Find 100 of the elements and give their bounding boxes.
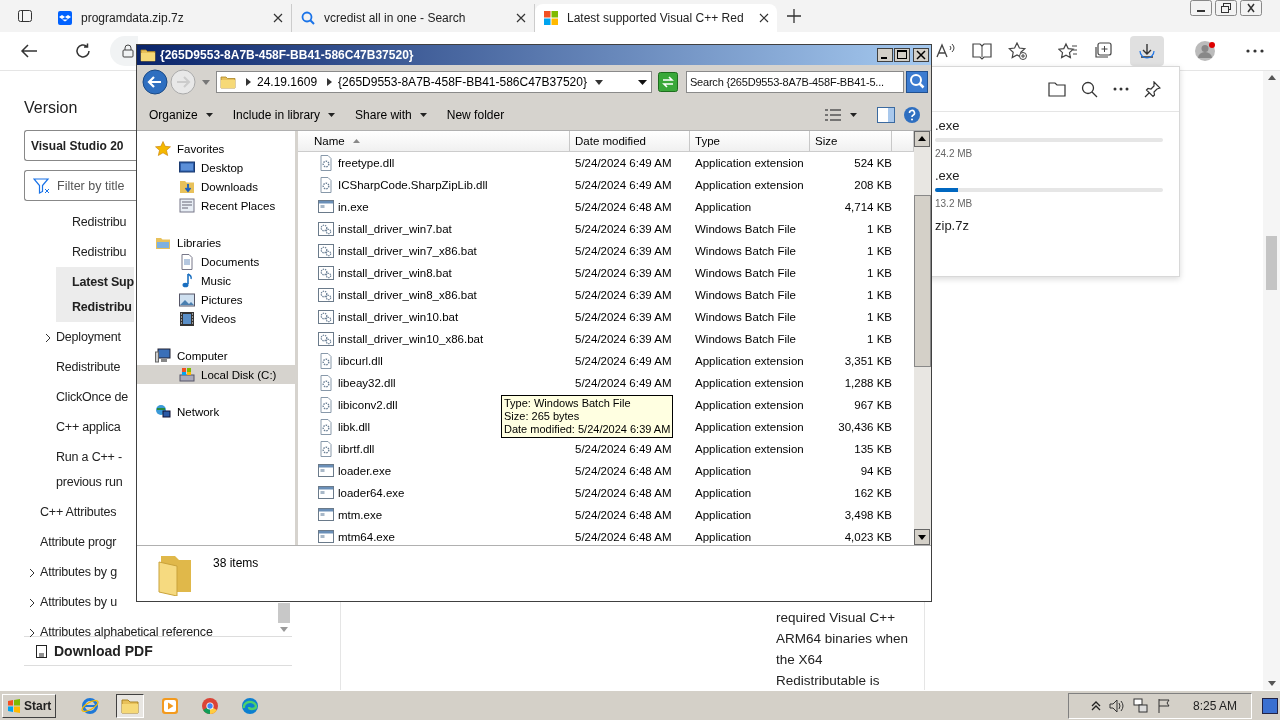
file-name[interactable]: librtf.dll xyxy=(338,443,375,455)
toc-link[interactable]: ClickOnce de xyxy=(40,382,128,412)
dropdown-arrow-icon[interactable] xyxy=(637,79,647,85)
scrollbar-thumb[interactable] xyxy=(914,195,931,367)
toc-link[interactable]: Attributes by g xyxy=(24,557,117,587)
downloads-button[interactable] xyxy=(1130,36,1164,66)
nav-item[interactable]: Computer xyxy=(137,346,295,365)
nav-item[interactable]: Network xyxy=(137,402,295,421)
nav-item[interactable]: Downloads xyxy=(137,177,295,196)
toc-link[interactable]: C++ Attributes xyxy=(24,497,117,527)
add-favorite-icon[interactable] xyxy=(1008,42,1028,60)
new-tab-icon[interactable] xyxy=(787,9,801,23)
close-icon[interactable] xyxy=(1240,0,1262,16)
nav-item[interactable]: Documents xyxy=(137,252,295,271)
toolbar-button[interactable]: Include in library xyxy=(226,103,342,126)
file-name[interactable]: libk.dll xyxy=(338,421,370,433)
back-icon[interactable] xyxy=(20,43,38,59)
file-name[interactable]: mtm64.exe xyxy=(338,531,395,543)
nav-item[interactable]: Local Disk (C:) xyxy=(137,365,295,384)
close-icon[interactable] xyxy=(913,48,929,62)
flag-icon[interactable] xyxy=(1156,697,1173,714)
pin-icon[interactable] xyxy=(1144,80,1161,98)
speaker-icon[interactable] xyxy=(1108,697,1125,714)
chevron-up-icon[interactable] xyxy=(1090,700,1101,711)
search-field[interactable]: Search {265D9553-8A7B-458F-BB41-5... xyxy=(685,71,904,93)
address-bar[interactable] xyxy=(110,36,138,66)
file-name[interactable]: install_driver_win7_x86.bat xyxy=(338,245,477,257)
nav-item[interactable]: Libraries xyxy=(137,233,295,252)
minimize-icon[interactable] xyxy=(877,48,893,62)
file-name[interactable]: install_driver_win10.bat xyxy=(338,311,459,323)
column-header[interactable]: Type xyxy=(690,131,810,151)
file-name[interactable]: install_driver_win8_x86.bat xyxy=(338,289,477,301)
file-name[interactable]: libeay32.dll xyxy=(338,377,396,389)
column-header[interactable]: Name xyxy=(298,131,570,151)
scrollbar-thumb[interactable] xyxy=(1266,236,1277,290)
file-name[interactable]: ICSharpCode.SharpZipLib.dll xyxy=(338,179,488,191)
toc-link[interactable]: Attribute progr xyxy=(24,527,117,557)
toc-link[interactable]: Attributes by u xyxy=(24,587,117,617)
file-name[interactable]: install_driver_win10_x86.bat xyxy=(338,333,484,345)
toc-link[interactable]: Latest Sup Redistribu xyxy=(56,267,134,322)
nav-item[interactable]: Favorites xyxy=(137,139,295,158)
more-icon[interactable] xyxy=(1246,49,1264,53)
dropdown-arrow-icon[interactable] xyxy=(850,112,857,117)
collections-icon[interactable] xyxy=(1094,42,1114,60)
refresh-icon[interactable] xyxy=(74,42,92,60)
toolbar-button[interactable]: Share with xyxy=(349,103,433,126)
tab-actions-icon[interactable] xyxy=(17,8,33,24)
column-header[interactable]: Size xyxy=(810,131,892,151)
file-name[interactable]: libcurl.dll xyxy=(338,355,383,367)
toc-link[interactable]: Run a C++ - previous run xyxy=(40,442,123,497)
file-name[interactable]: zip.7z xyxy=(935,218,1163,236)
view-list-icon[interactable] xyxy=(824,107,842,122)
close-icon[interactable] xyxy=(516,13,526,23)
close-icon[interactable] xyxy=(273,13,283,23)
nav-item[interactable]: Music xyxy=(137,271,295,290)
breadcrumb-item[interactable]: {265D9553-8A7B-458F-BB41-586C47B37520} xyxy=(338,75,587,89)
nav-item[interactable]: Videos xyxy=(137,309,295,328)
file-name[interactable]: .exe xyxy=(935,118,1163,136)
file-name[interactable]: .exe xyxy=(935,168,1163,186)
file-name[interactable]: install_driver_win7.bat xyxy=(338,223,452,235)
network-icon[interactable] xyxy=(1132,697,1149,714)
toc-link[interactable]: Redistribu xyxy=(56,207,127,237)
file-name[interactable]: loader.exe xyxy=(338,465,392,477)
more-icon[interactable] xyxy=(1113,87,1129,91)
nav-item[interactable]: Desktop xyxy=(137,158,295,177)
read-aloud-icon[interactable] xyxy=(936,42,956,60)
toc-link[interactable]: C++ applica xyxy=(40,412,121,442)
triangle-down-icon[interactable] xyxy=(594,79,603,85)
help-icon[interactable] xyxy=(903,105,921,124)
favorites-icon[interactable] xyxy=(1058,42,1078,60)
close-icon[interactable] xyxy=(759,13,769,23)
search-icon[interactable] xyxy=(1081,80,1098,98)
maximize-icon[interactable] xyxy=(894,48,910,62)
toc-link[interactable]: Deployment xyxy=(40,322,121,352)
file-name[interactable]: in.exe xyxy=(338,201,369,213)
file-name[interactable]: libiconv2.dll xyxy=(338,399,398,411)
preview-pane-icon[interactable] xyxy=(877,106,895,123)
filter-field[interactable]: Filter by title xyxy=(24,170,136,201)
file-name[interactable]: install_driver_win8.bat xyxy=(338,267,452,279)
back-icon[interactable] xyxy=(142,69,168,95)
search-icon[interactable] xyxy=(906,71,928,93)
toc-link[interactable]: Redistribute xyxy=(40,352,121,382)
nav-item[interactable]: Pictures xyxy=(137,290,295,309)
breadcrumb-item[interactable]: 24.19.1609 xyxy=(257,75,318,89)
restore-icon[interactable] xyxy=(1215,0,1237,16)
taskbar-button[interactable] xyxy=(116,693,145,718)
avatar-icon[interactable] xyxy=(1194,40,1216,62)
file-name[interactable]: freetype.dll xyxy=(338,157,395,169)
book-icon[interactable] xyxy=(972,42,992,60)
address-bar[interactable]: 24.19.1609 {265D9553-8A7B-458F-BB41-586C47B37520} xyxy=(216,71,652,93)
clock[interactable]: 8:25 AM xyxy=(1192,698,1237,713)
show-desktop-icon[interactable] xyxy=(1262,697,1278,714)
start-button[interactable]: Start xyxy=(2,693,57,718)
browser-tab[interactable]: Latest supported Visual C++ Red xyxy=(535,4,777,32)
minimize-icon[interactable] xyxy=(1190,0,1212,16)
file-name[interactable]: mtm.exe xyxy=(338,509,383,521)
toolbar-button[interactable]: Organize xyxy=(143,103,219,126)
nav-item[interactable]: Recent Places xyxy=(137,196,295,215)
file-name[interactable]: loader64.exe xyxy=(338,487,405,499)
toolbar-button[interactable]: New folder xyxy=(440,103,511,126)
